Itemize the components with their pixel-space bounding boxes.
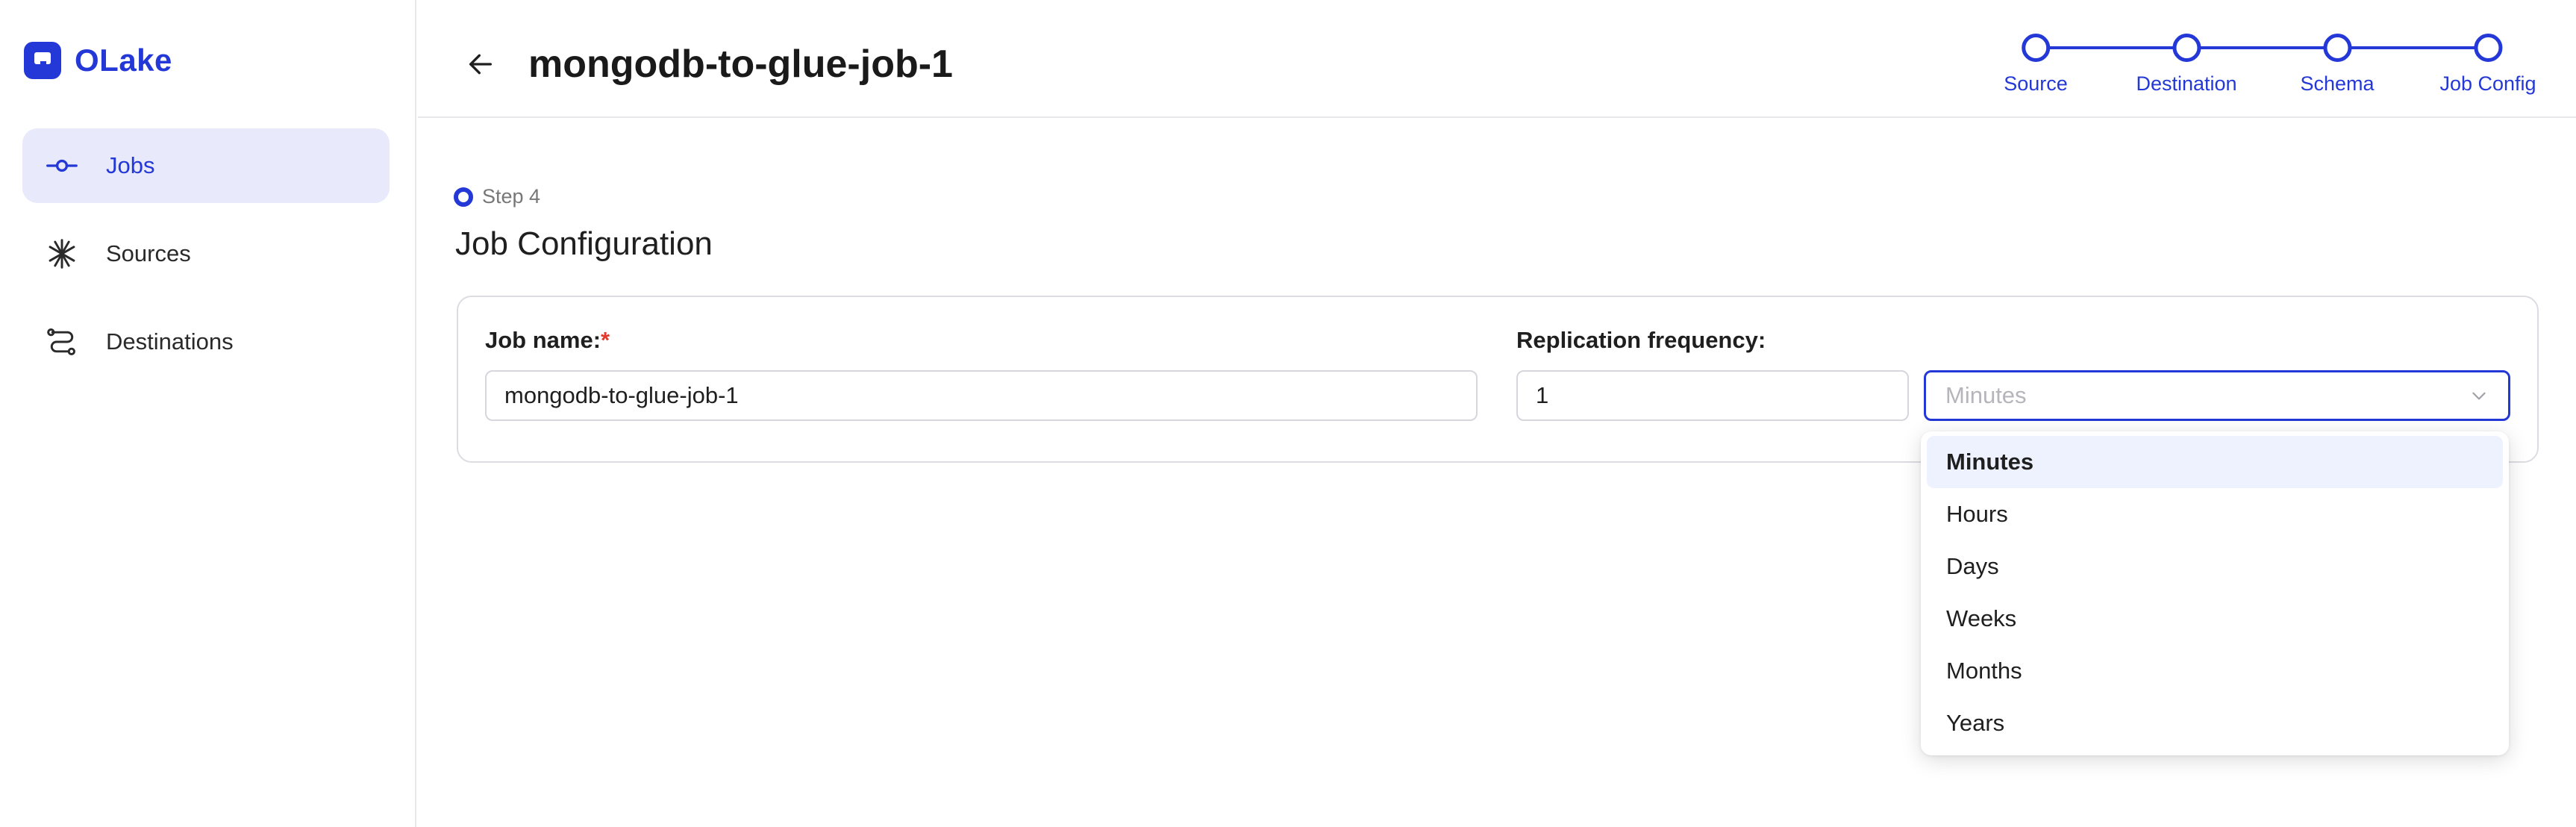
step-source[interactable]: Source — [2004, 27, 2068, 96]
sidebar-nav: Jobs Sources Destinations — [22, 128, 390, 393]
step-dot — [2022, 34, 2050, 62]
sidebar-item-label: Sources — [106, 240, 191, 266]
dropdown-option-years[interactable]: Years — [1927, 697, 2503, 749]
step-dot — [2172, 34, 2201, 62]
progress-stepper: Source Destination Schema Job Config — [1955, 27, 2552, 109]
step-label: Schema — [2300, 72, 2375, 95]
step-label: Source — [2004, 72, 2068, 95]
page-header: mongodb-to-glue-job-1 Source Destination… — [418, 0, 2576, 118]
dropdown-option-days[interactable]: Days — [1927, 540, 2503, 593]
step-indicator-label: Step 4 — [482, 185, 541, 207]
asterisk-icon — [45, 237, 79, 271]
page-title: mongodb-to-glue-job-1 — [528, 43, 953, 86]
sidebar: OLake Jobs Sources Destinations — [0, 0, 416, 827]
olake-logo-icon — [24, 42, 61, 79]
step-dot — [2474, 34, 2502, 62]
job-name-input[interactable] — [485, 370, 1478, 421]
back-button[interactable] — [463, 46, 498, 82]
replication-frequency-label: Replication frequency: — [1516, 327, 1766, 353]
step-indicator: Step 4 — [454, 185, 540, 208]
step-label: Destination — [2136, 72, 2237, 95]
step-destination[interactable]: Destination — [2136, 27, 2237, 96]
step-schema[interactable]: Schema — [2300, 27, 2375, 96]
frequency-value-input[interactable] — [1516, 370, 1909, 421]
section-title: Job Configuration — [455, 225, 713, 262]
sidebar-item-jobs[interactable]: Jobs — [22, 128, 390, 203]
dropdown-option-hours[interactable]: Hours — [1927, 488, 2503, 540]
frequency-unit-dropdown: Minutes Hours Days Weeks Months Years — [1921, 431, 2509, 755]
brand-logo[interactable]: OLake — [24, 42, 172, 79]
commit-icon — [45, 149, 79, 183]
arrow-left-icon — [469, 54, 492, 75]
stepper-line — [2036, 46, 2488, 49]
select-placeholder: Minutes — [1945, 382, 2027, 408]
chevron-down-icon — [2472, 392, 2486, 400]
step-label: Job Config — [2439, 72, 2536, 95]
sidebar-item-destinations[interactable]: Destinations — [22, 305, 390, 379]
sidebar-item-label: Destinations — [106, 328, 234, 355]
job-name-label-text: Job name: — [485, 327, 601, 353]
job-name-label: Job name:* — [485, 327, 610, 354]
required-marker: * — [601, 327, 610, 353]
step-job-config[interactable]: Job Config — [2439, 27, 2536, 96]
step-dot — [2323, 34, 2351, 62]
sidebar-item-sources[interactable]: Sources — [22, 216, 390, 291]
step-indicator-icon — [454, 187, 473, 207]
dropdown-option-minutes[interactable]: Minutes — [1927, 436, 2503, 488]
sidebar-item-label: Jobs — [106, 152, 155, 178]
route-icon — [45, 325, 79, 359]
brand-name: OLake — [75, 43, 172, 78]
dropdown-option-months[interactable]: Months — [1927, 645, 2503, 697]
frequency-unit-select[interactable]: Minutes — [1924, 370, 2510, 421]
dropdown-option-weeks[interactable]: Weeks — [1927, 593, 2503, 645]
